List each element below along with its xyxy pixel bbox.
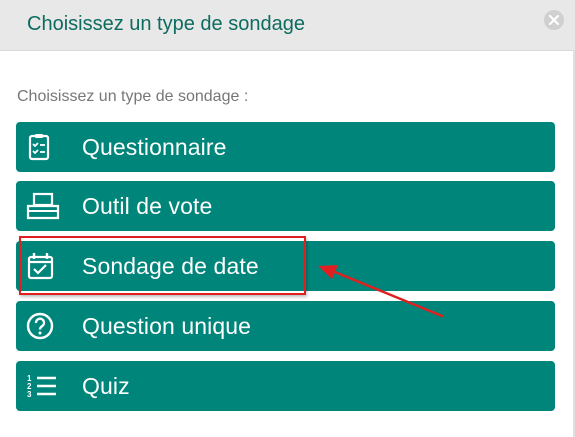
calendar-check-icon: [26, 252, 56, 280]
svg-text:3: 3: [27, 390, 32, 399]
question-circle-icon: [26, 312, 56, 340]
option-quiz-button[interactable]: 1 2 3 Quiz: [16, 361, 555, 411]
option-label: Question unique: [82, 313, 252, 339]
option-vote-tool-button[interactable]: Outil de vote: [16, 181, 555, 231]
dialog-title: Choisissez un type de sondage: [27, 13, 305, 35]
option-label: Questionnaire: [82, 134, 227, 160]
option-questionnaire-button[interactable]: Questionnaire: [16, 122, 555, 172]
option-label: Quiz: [82, 373, 130, 399]
option-label: Outil de vote: [82, 193, 213, 219]
dialog-header: Choisissez un type de sondage: [0, 0, 575, 51]
ballot-box-icon: [26, 192, 60, 220]
close-icon[interactable]: [544, 10, 564, 30]
option-date-poll-button[interactable]: Sondage de date: [16, 241, 555, 291]
dialog-subtitle: Choisissez un type de sondage :: [17, 88, 249, 105]
poll-type-dialog: Choisissez un type de sondage Choisissez…: [0, 0, 575, 437]
numbered-list-icon: 1 2 3: [26, 372, 56, 400]
option-label: Sondage de date: [82, 253, 259, 279]
option-single-question-button[interactable]: Question unique: [16, 301, 555, 351]
clipboard-checklist-icon: [26, 133, 56, 161]
